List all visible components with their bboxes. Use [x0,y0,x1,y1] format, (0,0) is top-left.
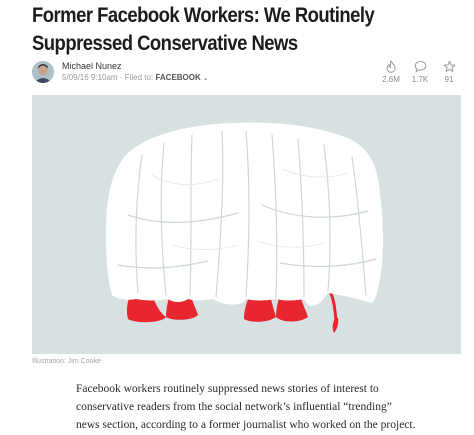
chevron-down-icon[interactable]: ⌄ [203,74,209,82]
headline-line-1: Former Facebook Workers: We Routinely [32,4,375,27]
filed-to-label: Filed to: [124,73,154,82]
views-stat: 2.6M [380,60,402,84]
image-caption: Illustration: Jim Cooke [32,358,101,365]
recommends-stat[interactable]: 91 [438,60,460,84]
category-link[interactable]: FACEBOOK [155,73,200,82]
headline-line-2: Suppressed Conservative News [32,32,298,55]
author-avatar[interactable] [32,61,54,83]
star-icon [443,60,455,72]
article-headline: Former Facebook Workers: We Routinely Su… [32,2,402,58]
body-line-3: news section, according to a former jour… [76,419,416,431]
recommends-count: 91 [444,75,454,84]
views-count: 2.6M [382,75,400,84]
comments-stat[interactable]: 1.7K [409,60,431,84]
article-body: Facebook workers routinely suppressed ne… [76,380,460,434]
body-line-1: Facebook workers routinely suppressed ne… [76,383,379,395]
hero-illustration [32,95,461,354]
body-line-2: conservative readers from the social net… [76,401,392,413]
speech-bubble-icon [414,60,426,73]
bedsheet [106,122,383,306]
publish-date: 5/09/16 9:10am [62,73,118,82]
author-name[interactable]: Michael Nunez [62,61,122,71]
comments-count: 1.7K [411,75,429,84]
engagement-stats: 2.6M 1.7K 91 [380,60,460,88]
byline: 5/09/16 9:10am · Filed to: FACEBOOK ⌄ [62,73,209,82]
flame-icon [386,60,396,73]
article-meta: Michael Nunez 5/09/16 9:10am · Filed to:… [32,60,460,90]
